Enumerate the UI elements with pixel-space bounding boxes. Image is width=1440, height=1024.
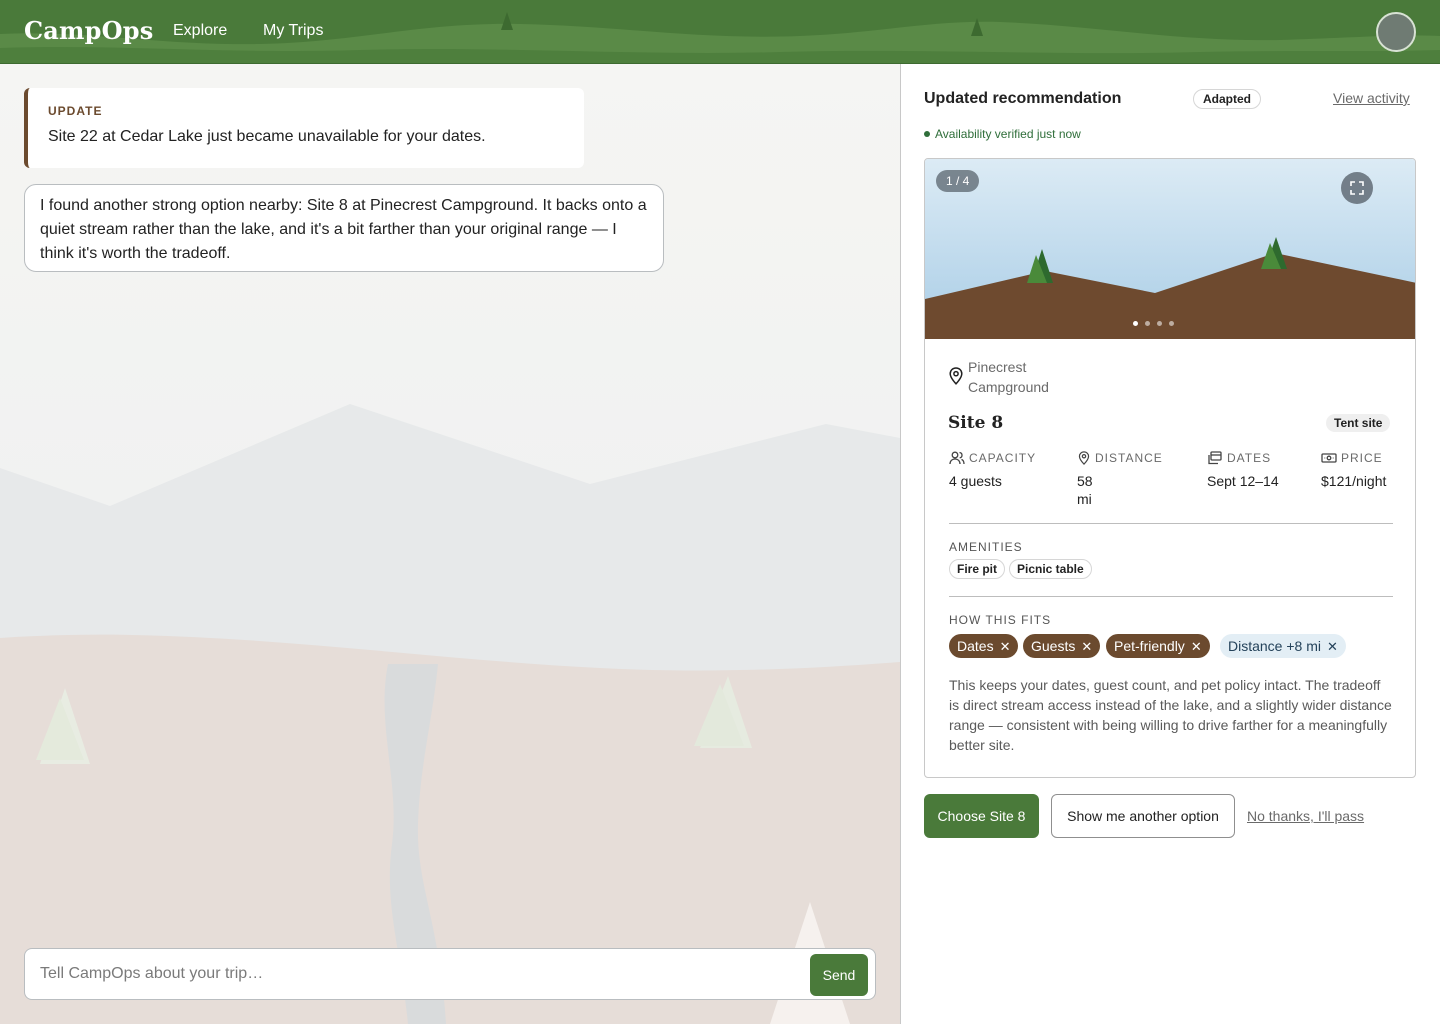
stat-price-value: $121/night xyxy=(1321,473,1387,489)
how-this-fits-label: HOW THIS FITS xyxy=(949,613,1052,627)
amenities-label: AMENITIES xyxy=(949,540,1023,554)
app-logo[interactable]: CampOps xyxy=(24,16,153,45)
stat-dates-value: Sept 12–14 xyxy=(1207,473,1279,489)
remove-icon[interactable]: ✕ xyxy=(1081,639,1092,654)
amenity-chip-fire-pit: Fire pit xyxy=(949,559,1006,579)
stat-capacity-value: 4 guests xyxy=(949,473,1002,489)
stat-distance-label: DISTANCE xyxy=(1095,451,1163,465)
panel-title: Updated recommendation xyxy=(924,90,1122,107)
stat-dates-label: DATES xyxy=(1227,451,1272,465)
update-label: UPDATE xyxy=(48,104,103,118)
people-icon xyxy=(949,451,965,465)
nav-my-trips-link[interactable]: My Trips xyxy=(263,22,323,40)
carousel-dot[interactable] xyxy=(1157,321,1162,326)
stat-price-label: PRICE xyxy=(1341,451,1383,465)
chat-input[interactable] xyxy=(40,962,800,986)
carousel-dot[interactable] xyxy=(1133,321,1138,326)
calendar-icon xyxy=(1208,451,1222,465)
fullscreen-icon xyxy=(1350,181,1364,195)
update-text: Site 22 at Cedar Lake just became unavai… xyxy=(48,128,486,145)
adapted-badge: Adapted xyxy=(1193,89,1261,109)
campground-name: Pinecrest Campground xyxy=(968,359,1049,395)
location-pin-icon xyxy=(949,367,963,385)
fit-tag-pet-friendly[interactable]: Pet-friendly ✕ xyxy=(1106,634,1210,658)
section-divider xyxy=(949,523,1393,524)
fit-tag-guests[interactable]: Guests ✕ xyxy=(1023,634,1101,658)
update-notice-card: UPDATE Site 22 at Cedar Lake just became… xyxy=(24,88,584,168)
photo-counter: 1 / 4 xyxy=(936,170,980,192)
view-activity-link[interactable]: View activity xyxy=(1333,90,1410,106)
show-another-option-button[interactable]: Show me another option xyxy=(1051,794,1235,838)
stat-price: PRICE $121/night xyxy=(1321,451,1415,490)
section-divider xyxy=(949,596,1393,597)
choose-site-button[interactable]: Choose Site 8 xyxy=(924,794,1039,838)
send-button[interactable]: Send xyxy=(810,954,868,996)
status-dot-icon xyxy=(924,131,930,137)
expand-photo-button[interactable] xyxy=(1341,172,1373,204)
chat-composer: Send xyxy=(24,948,876,1000)
pin-icon xyxy=(1078,451,1090,465)
nav-explore-link[interactable]: Explore xyxy=(173,22,227,40)
top-nav-bar: CampOps Explore My Trips xyxy=(0,0,1440,64)
carousel-dots[interactable] xyxy=(1133,321,1181,327)
fit-tag-label: Pet-friendly xyxy=(1114,638,1185,654)
remove-icon[interactable]: ✕ xyxy=(1000,639,1011,654)
fit-tag-label: Guests xyxy=(1031,638,1076,654)
recommendation-panel: Updated recommendation Adapted View acti… xyxy=(901,64,1440,1024)
site-title: Site 8 xyxy=(948,413,1004,433)
stat-distance: DISTANCE 58 mi xyxy=(1077,451,1177,508)
remove-icon[interactable]: ✕ xyxy=(1191,639,1202,654)
site-type-badge: Tent site xyxy=(1326,414,1391,432)
fit-tag-distance[interactable]: Distance +8 mi ✕ xyxy=(1220,634,1346,658)
fit-tag-dates[interactable]: Dates ✕ xyxy=(949,634,1019,658)
availability-text: Availability verified just now xyxy=(935,127,1081,141)
recommendation-explanation: This keeps your dates, guest count, and … xyxy=(949,677,1392,753)
stat-dates: DATES Sept 12–14 xyxy=(1207,451,1307,490)
assistant-message: I found another strong option nearby: Si… xyxy=(24,184,664,272)
user-avatar[interactable] xyxy=(1376,12,1416,52)
availability-status: Availability verified just now xyxy=(924,127,1081,141)
cash-icon xyxy=(1321,453,1337,463)
carousel-dot[interactable] xyxy=(1145,321,1150,326)
site-card: 1 / 4 Pinecrest Campground Site 8 Tent s… xyxy=(924,158,1416,778)
chat-panel: UPDATE Site 22 at Cedar Lake just became… xyxy=(0,64,900,1024)
amenity-chip-picnic-table: Picnic table xyxy=(1009,559,1092,579)
pass-link[interactable]: No thanks, I'll pass xyxy=(1247,808,1364,824)
remove-icon[interactable]: ✕ xyxy=(1327,639,1338,654)
stat-capacity-label: CAPACITY xyxy=(969,451,1037,465)
fit-tag-label: Distance +8 mi xyxy=(1228,638,1321,654)
carousel-dot[interactable] xyxy=(1169,321,1174,326)
stat-distance-value: 58 mi xyxy=(1077,473,1093,507)
fit-tag-label: Dates xyxy=(957,638,994,654)
stat-capacity: CAPACITY 4 guests xyxy=(949,451,1049,490)
